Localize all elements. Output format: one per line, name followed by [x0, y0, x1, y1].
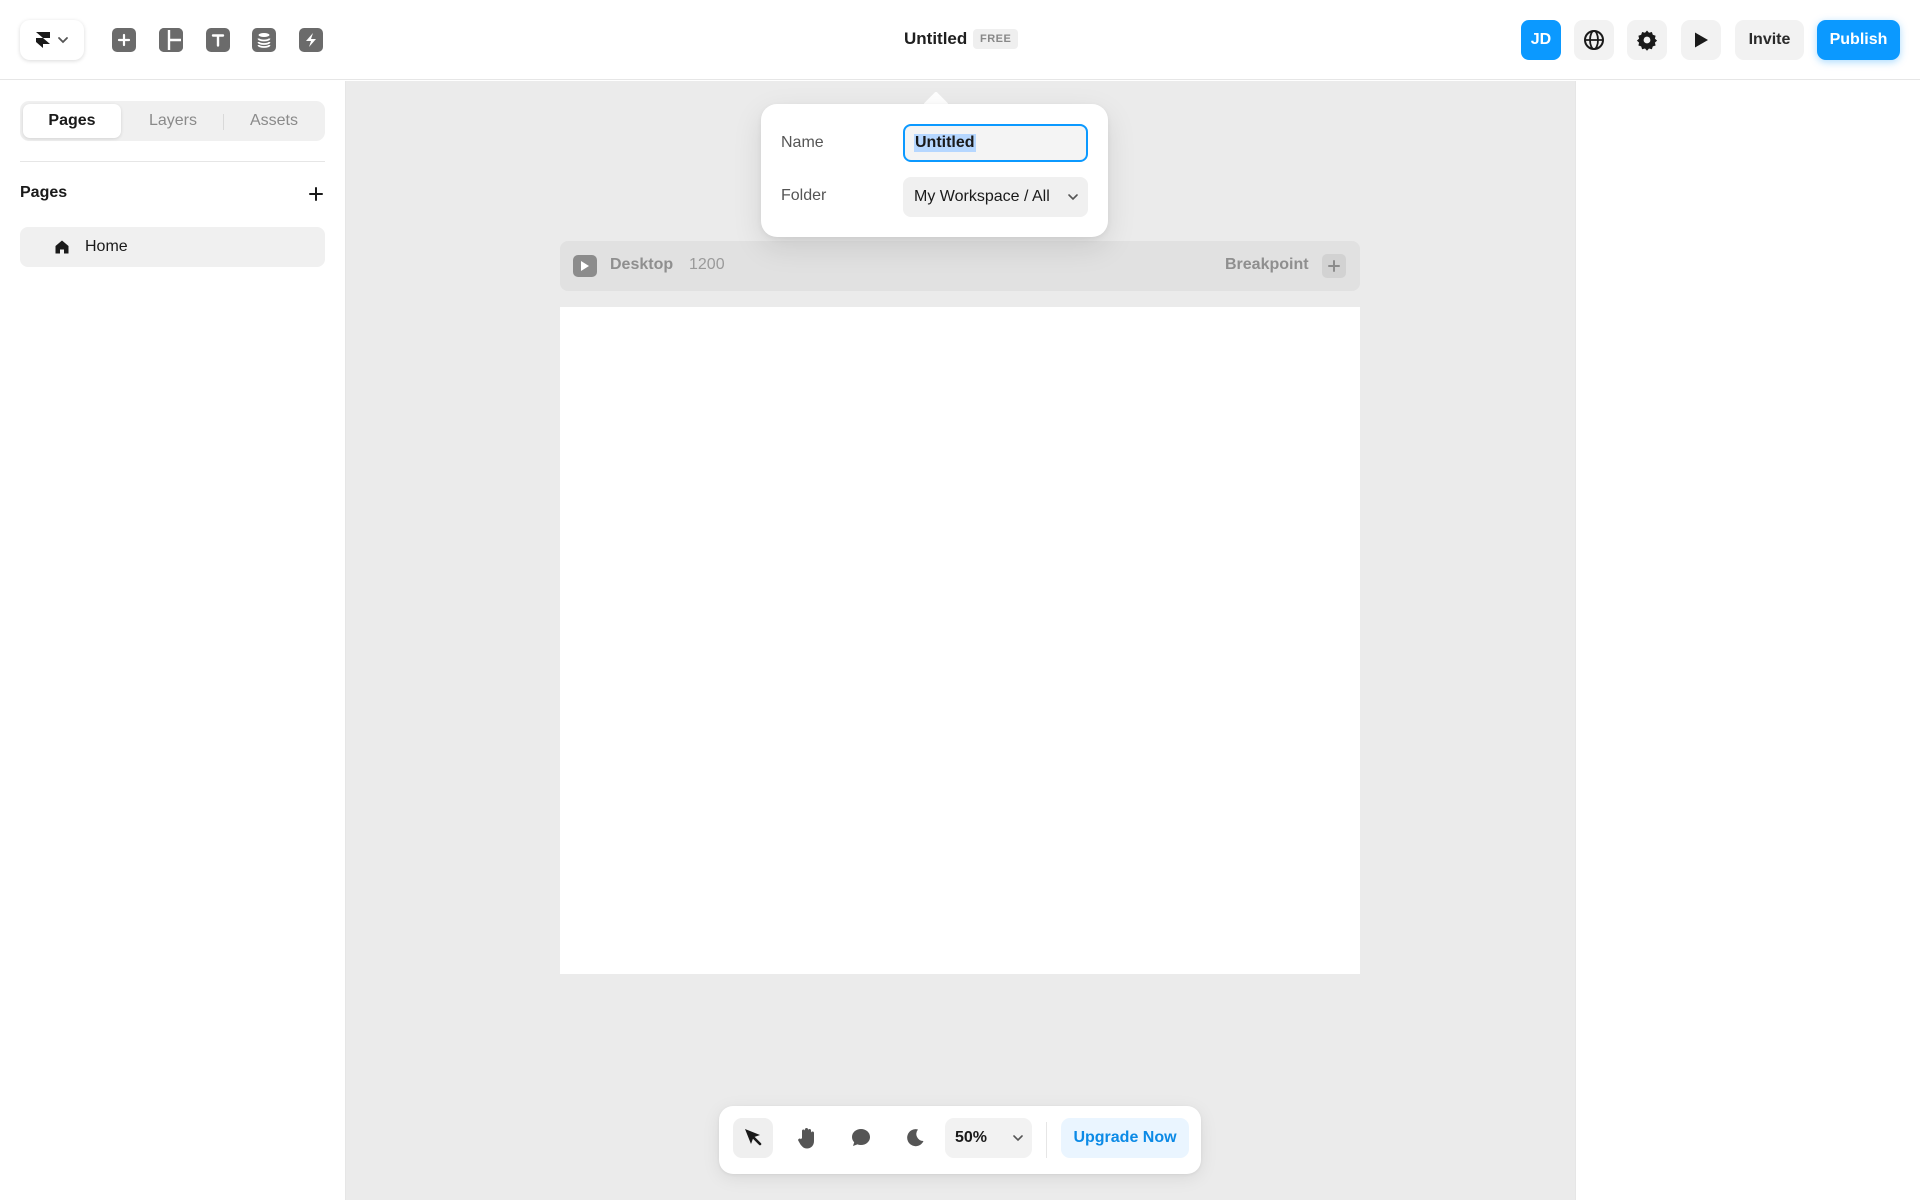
dark-mode-moon-icon[interactable]: [895, 1118, 935, 1158]
zoom-value: 50%: [955, 1129, 988, 1146]
chevron-down-icon: [1068, 194, 1078, 201]
desktop-frame[interactable]: [560, 307, 1360, 974]
tab-layers[interactable]: Layers: [124, 104, 222, 138]
avatar[interactable]: JD: [1521, 20, 1561, 60]
breakpoint-name[interactable]: Desktop: [610, 256, 673, 274]
upgrade-now-button[interactable]: Upgrade Now: [1061, 1118, 1189, 1158]
bottom-toolbar: 50% Upgrade Now: [719, 1106, 1201, 1174]
page-item-label: Home: [85, 238, 128, 255]
plan-badge: FREE: [973, 29, 1019, 49]
folder-label: Folder: [781, 187, 827, 204]
comment-icon[interactable]: [841, 1118, 881, 1158]
breakpoint-bar: Desktop 1200 Breakpoint: [560, 241, 1360, 291]
tab-assets[interactable]: Assets: [225, 104, 323, 138]
add-breakpoint-label[interactable]: Breakpoint: [1225, 256, 1309, 274]
cms-database-icon[interactable]: [252, 28, 276, 52]
add-page-icon[interactable]: [306, 184, 326, 204]
project-name-value: Untitled: [914, 134, 976, 152]
properties-panel: [1575, 81, 1920, 1200]
framer-logo-icon: [36, 32, 50, 48]
project-name-input[interactable]: Untitled: [903, 124, 1088, 162]
select-cursor-icon[interactable]: [733, 1118, 773, 1158]
preview-play-icon[interactable]: [1681, 20, 1721, 60]
project-settings-popover: Name Untitled Folder My Workspace / All: [761, 104, 1108, 237]
breakpoint-width: 1200: [689, 256, 725, 273]
chevron-down-icon: [1013, 1135, 1023, 1142]
folder-value: My Workspace / All: [914, 188, 1050, 205]
home-icon: [55, 240, 69, 254]
breakpoint-preview-icon[interactable]: [573, 255, 597, 277]
chevron-down-icon: [58, 37, 68, 44]
name-label: Name: [781, 134, 824, 151]
tab-pages[interactable]: Pages: [23, 104, 121, 138]
add-breakpoint-icon[interactable]: [1322, 254, 1346, 278]
publish-button[interactable]: Publish: [1817, 20, 1900, 60]
page-item-home[interactable]: Home: [20, 227, 325, 267]
hand-pan-icon[interactable]: [787, 1118, 827, 1158]
zoom-select[interactable]: 50%: [945, 1118, 1032, 1158]
globe-icon[interactable]: [1574, 20, 1614, 60]
sidebar-divider: [20, 161, 325, 162]
text-icon[interactable]: [206, 28, 230, 52]
pages-section-title: Pages: [20, 184, 68, 201]
toolbar-divider: [1046, 1122, 1047, 1158]
invite-button[interactable]: Invite: [1735, 20, 1804, 60]
gear-icon[interactable]: [1627, 20, 1667, 60]
project-title[interactable]: Untitled: [904, 29, 967, 49]
top-bar: Untitled FREE JD Invite Publish: [0, 0, 1920, 80]
tab-divider: [223, 114, 224, 130]
folder-select[interactable]: My Workspace / All: [903, 177, 1088, 217]
interactions-bolt-icon[interactable]: [299, 28, 323, 52]
layout-icon[interactable]: [159, 28, 183, 52]
left-sidebar: Pages Layers Assets Pages Home: [0, 81, 346, 1200]
app-menu-button[interactable]: [20, 20, 84, 60]
sidebar-tabs: Pages Layers Assets: [20, 101, 325, 141]
insert-icon[interactable]: [112, 28, 136, 52]
